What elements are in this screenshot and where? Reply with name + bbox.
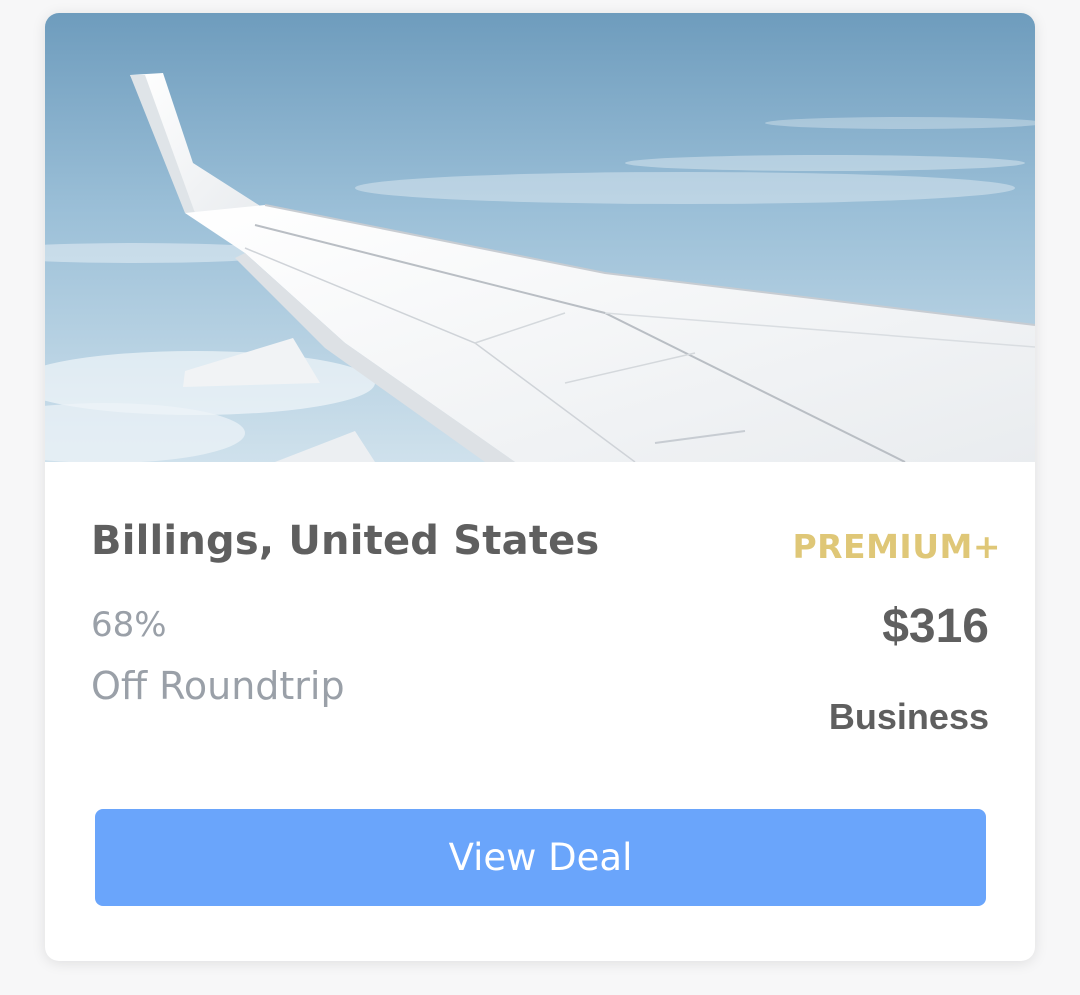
price-value: $316	[882, 600, 989, 653]
view-deal-button[interactable]: View Deal	[95, 809, 986, 906]
discount-percent: 68%	[91, 605, 167, 645]
deal-card: Billings, United States PREMIUM+ 68% Off…	[45, 13, 1035, 961]
cabin-class-label: Business	[828, 696, 989, 737]
hero-image-airplane-wing	[45, 13, 1035, 462]
destination-title: Billings, United States	[91, 518, 600, 564]
tier-badge: PREMIUM+	[792, 527, 1001, 566]
trip-type-label: Off Roundtrip	[91, 664, 345, 708]
